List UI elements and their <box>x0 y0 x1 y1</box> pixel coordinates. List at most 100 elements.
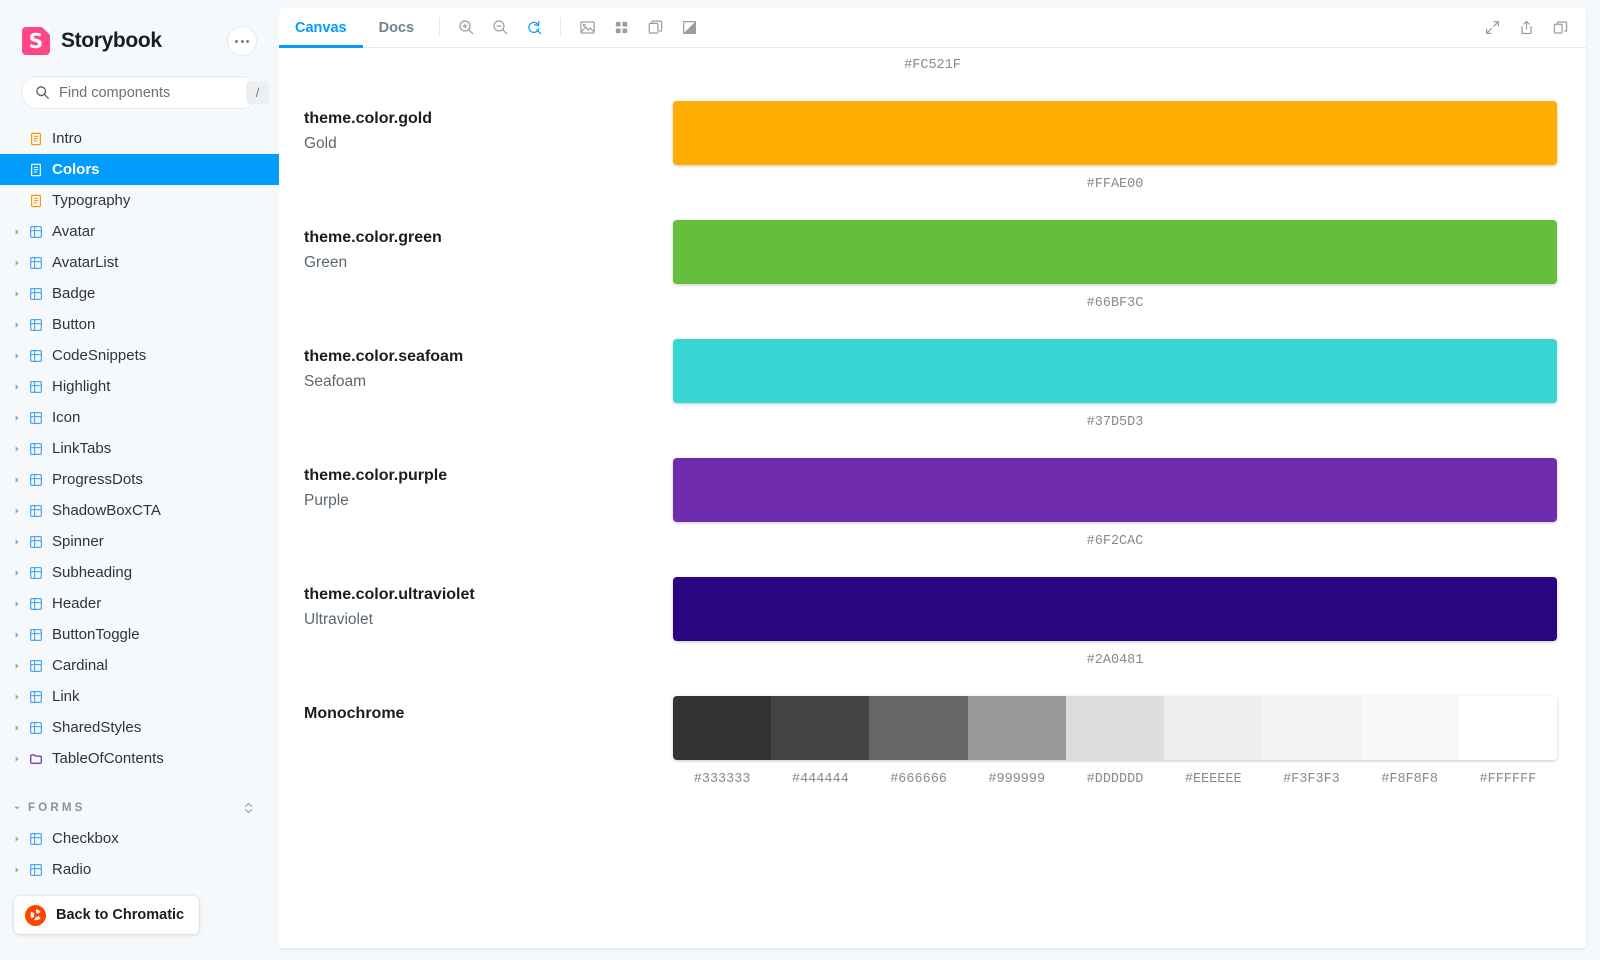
color-swatch-group: #37D5D3 <box>673 339 1557 430</box>
zoom-reset-icon[interactable] <box>517 8 551 47</box>
open-in-new-tab-icon[interactable] <box>1543 8 1577 47</box>
chevron-down-icon[interactable] <box>8 804 26 812</box>
chevron-right-icon[interactable] <box>8 724 26 732</box>
zoom-in-icon[interactable] <box>449 8 483 47</box>
sidebar-item-avatarlist[interactable]: AvatarList <box>0 247 279 278</box>
chevron-right-icon[interactable] <box>8 662 26 670</box>
chevron-right-icon[interactable] <box>8 693 26 701</box>
chevron-right-icon[interactable] <box>8 259 26 267</box>
chevron-right-icon[interactable] <box>8 290 26 298</box>
color-swatch[interactable] <box>673 577 1557 641</box>
color-swatch[interactable] <box>771 696 870 760</box>
chevron-right-icon[interactable] <box>8 476 26 484</box>
color-swatch[interactable] <box>673 339 1557 403</box>
ellipsis-icon[interactable] <box>227 26 257 56</box>
tab-docs[interactable]: Docs <box>363 8 430 47</box>
color-hex-label: #37D5D3 <box>1086 415 1144 430</box>
sidebar-item-checkbox[interactable]: Checkbox <box>0 823 279 854</box>
viewport-icon[interactable] <box>638 8 672 47</box>
grid-icon[interactable] <box>604 8 638 47</box>
sidebar-item-label: Header <box>52 595 102 612</box>
tab-canvas[interactable]: Canvas <box>279 8 363 48</box>
chevron-right-icon[interactable] <box>8 866 26 874</box>
color-swatch[interactable] <box>967 696 1066 760</box>
back-to-chromatic-button[interactable]: Back to Chromatic <box>14 896 200 934</box>
color-swatch[interactable] <box>1164 696 1263 760</box>
chevron-right-icon[interactable] <box>8 228 26 236</box>
sidebar-item-shadowboxcta[interactable]: ShadowBoxCTA <box>0 495 279 526</box>
color-swatch[interactable] <box>673 101 1557 165</box>
color-swatch[interactable] <box>1065 696 1165 760</box>
sidebar-item-radio[interactable]: Radio <box>0 854 279 885</box>
sidebar-item-button[interactable]: Button <box>0 309 279 340</box>
sidebar-item-label: Button <box>52 316 96 333</box>
sidebar-item-avatar[interactable]: Avatar <box>0 216 279 247</box>
sidebar-item-intro[interactable]: Intro <box>0 123 279 154</box>
sidebar-section-forms[interactable]: FORMS <box>0 792 279 823</box>
chevron-right-icon[interactable] <box>8 755 26 763</box>
chevron-right-icon[interactable] <box>8 631 26 639</box>
sidebar-item-spinner[interactable]: Spinner <box>0 526 279 557</box>
folder-icon <box>26 752 46 766</box>
color-row: theme.color.purple Purple #6F2CAC <box>279 430 1586 549</box>
sidebar-item-codesnippets[interactable]: CodeSnippets <box>0 340 279 371</box>
sidebar-item-highlight[interactable]: Highlight <box>0 371 279 402</box>
sidebar-item-sharedstyles[interactable]: SharedStyles <box>0 712 279 743</box>
share-icon[interactable] <box>1509 8 1543 47</box>
color-swatch[interactable] <box>673 220 1557 284</box>
sidebar-item-link[interactable]: Link <box>0 681 279 712</box>
search-box[interactable]: / <box>21 76 269 109</box>
sidebar-item-linktabs[interactable]: LinkTabs <box>0 433 279 464</box>
sidebar-item-label: Badge <box>52 285 96 302</box>
contrast-icon[interactable] <box>672 8 706 47</box>
sidebar-item-tableofcontents[interactable]: TableOfContents <box>0 743 279 774</box>
color-swatch[interactable] <box>1262 696 1361 760</box>
background-image-icon[interactable] <box>570 8 604 47</box>
sidebar-item-label: Colors <box>52 161 100 178</box>
color-swatch[interactable] <box>673 696 772 760</box>
sidebar-item-label: Radio <box>52 861 92 878</box>
color-hex-label: #FFFFFF <box>1479 772 1537 787</box>
component-icon <box>26 721 46 735</box>
zoom-out-icon[interactable] <box>483 8 517 47</box>
color-swatch[interactable] <box>869 696 968 760</box>
chevron-right-icon[interactable] <box>8 321 26 329</box>
sidebar-item-subheading[interactable]: Subheading <box>0 557 279 588</box>
chevron-right-icon[interactable] <box>8 538 26 546</box>
color-swatch-group: #333333 #444444 #666666 #999999 #DDDDDD #EEEE… <box>673 696 1557 787</box>
fullscreen-icon[interactable] <box>1475 8 1509 47</box>
color-swatch[interactable] <box>1360 696 1459 760</box>
color-hex-label: #6F2CAC <box>1086 534 1144 549</box>
brand-link[interactable]: S Storybook <box>22 27 227 55</box>
color-hex-label: #EEEEEE <box>1184 772 1242 787</box>
color-swatch[interactable] <box>1458 696 1557 760</box>
color-row: theme.color.seafoam Seafoam #37D5D3 <box>279 311 1586 430</box>
document-icon <box>26 163 46 177</box>
color-swatch[interactable] <box>673 458 1557 522</box>
color-hex-label: #66BF3C <box>1086 296 1144 311</box>
color-info: theme.color.green Green <box>304 220 673 276</box>
chevron-right-icon[interactable] <box>8 600 26 608</box>
expand-collapse-icon[interactable] <box>241 800 255 816</box>
chevron-right-icon[interactable] <box>8 383 26 391</box>
sidebar-item-typography[interactable]: Typography <box>0 185 279 216</box>
color-row: theme.color.green Green #66BF3C <box>279 192 1586 311</box>
component-tree: Intro Colors Typography Avatar AvatarList Bad… <box>0 123 279 885</box>
chevron-right-icon[interactable] <box>8 352 26 360</box>
sidebar-item-progressdots[interactable]: ProgressDots <box>0 464 279 495</box>
sidebar-item-header[interactable]: Header <box>0 588 279 619</box>
chevron-right-icon[interactable] <box>8 414 26 422</box>
chevron-right-icon[interactable] <box>8 445 26 453</box>
color-info: theme.color.gold Gold <box>304 101 673 157</box>
search-input[interactable] <box>59 84 246 101</box>
sidebar-item-buttontoggle[interactable]: ButtonToggle <box>0 619 279 650</box>
chevron-right-icon[interactable] <box>8 569 26 577</box>
color-hex-label: #333333 <box>693 772 751 787</box>
sidebar-item-badge[interactable]: Badge <box>0 278 279 309</box>
chevron-right-icon[interactable] <box>8 835 26 843</box>
sidebar-item-colors[interactable]: Colors <box>0 154 279 185</box>
chevron-right-icon[interactable] <box>8 507 26 515</box>
search-container: / <box>0 62 279 109</box>
sidebar-item-icon[interactable]: Icon <box>0 402 279 433</box>
sidebar-item-cardinal[interactable]: Cardinal <box>0 650 279 681</box>
